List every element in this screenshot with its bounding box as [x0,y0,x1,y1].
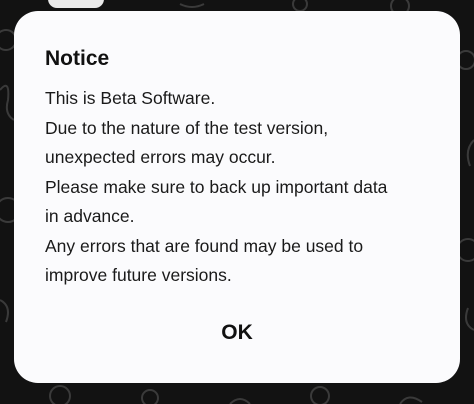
message-line: Any errors that are found may be used to [45,235,364,256]
top-shape [48,0,104,8]
dialog-title: Notice [45,47,110,70]
message-line: Due to the nature of the test version, [45,117,329,138]
message-line: unexpected errors may occur. [45,147,276,167]
ok-button[interactable]: OK [14,318,460,348]
message-line: improve future versions. [45,265,232,285]
message-line: This is Beta Software. [45,88,216,108]
message-line: in advance. [45,206,135,226]
message-line: Please make sure to back up important da… [45,176,388,197]
dialog-message: This is Beta Software. Due to the nature… [45,84,430,291]
notice-dialog: Notice This is Beta Software. Due to the… [14,11,460,383]
